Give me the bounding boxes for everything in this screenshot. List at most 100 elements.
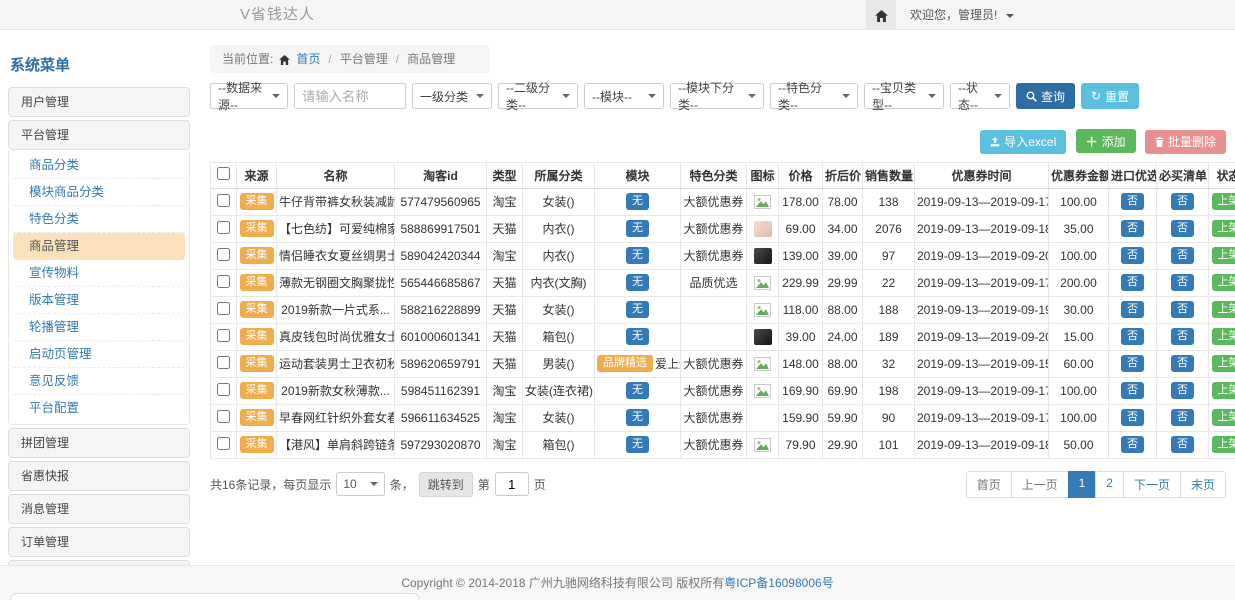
sidebar-section-header[interactable]: 省惠快报 <box>8 461 190 491</box>
search-button[interactable]: 查询 <box>1016 83 1075 109</box>
row-checkbox[interactable] <box>217 383 230 396</box>
product-thumbnail <box>754 248 772 264</box>
imported-cell: 否 <box>1109 350 1157 377</box>
row-checkbox[interactable] <box>217 356 230 369</box>
row-checkbox[interactable] <box>217 329 230 342</box>
coupon-time-cell: 2019-09-13—2019-09-17 <box>915 377 1049 404</box>
category-cell: 内衣() <box>523 215 595 242</box>
sidebar-section-header[interactable]: 拼团管理 <box>8 428 190 458</box>
taoke-id-cell: 589042420344 <box>395 242 487 269</box>
sidebar-item[interactable]: 平台配置 <box>13 395 185 422</box>
coupon-time-cell: 2019-09-13—2019-09-20 <box>915 323 1049 350</box>
sidebar-section-header[interactable]: 平台管理 <box>8 120 190 150</box>
must-buy-cell: 否 <box>1157 242 1209 269</box>
imported-cell: 否 <box>1109 323 1157 350</box>
sidebar-item[interactable]: 启动页管理 <box>13 341 185 368</box>
sidebar-item[interactable]: 轮播管理 <box>13 314 185 341</box>
pager-item[interactable]: 末页 <box>1180 471 1226 498</box>
jump-to-button[interactable]: 跳转到 <box>419 472 473 497</box>
discount-price-cell: 78.00 <box>823 188 863 215</box>
coupon-amount-cell: 60.00 <box>1049 350 1109 377</box>
status-badge: 上架 <box>1212 328 1235 345</box>
pager-item[interactable]: 2 <box>1095 471 1124 498</box>
must-buy-badge: 否 <box>1171 409 1194 426</box>
breadcrumb-item-platform[interactable]: 平台管理 <box>340 45 388 73</box>
status-badge: 上架 <box>1212 220 1235 237</box>
type-cell: 淘宝 <box>487 377 523 404</box>
must-buy-cell: 否 <box>1157 188 1209 215</box>
filter-select-label: --宝贝类型-- <box>872 79 920 113</box>
sidebar-item[interactable]: 商品分类 <box>13 152 185 179</box>
sidebar-item-active[interactable]: 商品管理 <box>13 233 185 260</box>
icon-cell <box>747 215 779 242</box>
price-cell: 69.00 <box>779 215 823 242</box>
filter-select[interactable]: --二级分类-- <box>498 83 578 109</box>
module-badge: 无 <box>626 193 649 210</box>
filter-select[interactable]: --特色分类-- <box>770 83 858 109</box>
breadcrumb-home-link[interactable]: 首页 <box>296 45 320 73</box>
source-badge: 采集 <box>240 247 274 264</box>
feature-category-cell: 大额优惠券 <box>681 377 747 404</box>
sidebar-item[interactable]: 宣传物料 <box>13 260 185 287</box>
name-search-input[interactable] <box>294 83 406 109</box>
filter-select[interactable]: --模块-- <box>584 83 664 109</box>
sidebar-section-header[interactable]: 用户管理 <box>8 87 190 117</box>
taoke-id-cell: 596611634525 <box>395 404 487 431</box>
pager-item[interactable]: 首页 <box>966 471 1012 498</box>
welcome-text: 欢迎您，管理员! <box>910 8 997 22</box>
row-checkbox[interactable] <box>217 275 230 288</box>
home-button[interactable] <box>866 0 896 30</box>
column-header <box>211 162 237 188</box>
price-cell: 229.99 <box>779 269 823 296</box>
per-page-select[interactable]: 10 <box>336 472 384 496</box>
reset-button[interactable]: ↻ 重置 <box>1081 83 1139 109</box>
row-checkbox[interactable] <box>217 221 230 234</box>
type-cell: 天猫 <box>487 323 523 350</box>
coupon-time-cell: 2019-09-13—2019-09-17 <box>915 188 1049 215</box>
pager-item[interactable]: 上一页 <box>1011 471 1069 498</box>
row-select-cell <box>211 323 237 350</box>
column-header: 折后价 <box>823 162 863 188</box>
filter-select-label: --状态-- <box>958 79 986 113</box>
page-number-input[interactable] <box>495 472 529 496</box>
filter-select[interactable]: --状态-- <box>950 83 1010 109</box>
row-checkbox[interactable] <box>217 410 230 423</box>
filter-select[interactable]: --数据来源-- <box>210 83 288 109</box>
status-badge: 上架 <box>1212 301 1235 318</box>
imported-badge: 否 <box>1121 220 1144 237</box>
imported-badge: 否 <box>1121 355 1144 372</box>
module-badge: 品牌精选 <box>597 355 653 372</box>
sidebar-section-header[interactable]: 订单管理 <box>8 527 190 557</box>
filter-select-label: --数据来源-- <box>218 79 264 113</box>
select-all-checkbox[interactable] <box>217 167 230 180</box>
category-cell: 女装() <box>523 296 595 323</box>
filter-select[interactable]: --模块下分类-- <box>670 83 764 109</box>
taoke-id-cell: 598451162391 <box>395 377 487 404</box>
sidebar-item[interactable]: 模块商品分类 <box>13 179 185 206</box>
pager-item[interactable]: 1 <box>1068 471 1097 498</box>
add-button[interactable]: ＋ 添加 <box>1076 129 1136 153</box>
column-header: 价格 <box>779 162 823 188</box>
filter-select[interactable]: --宝贝类型-- <box>864 83 944 109</box>
row-select-cell <box>211 404 237 431</box>
chevron-down-icon <box>562 94 570 98</box>
column-header: 来源 <box>237 162 277 188</box>
sidebar-item[interactable]: 版本管理 <box>13 287 185 314</box>
user-menu[interactable]: 欢迎您，管理员! <box>910 0 1014 30</box>
imported-badge: 否 <box>1121 436 1144 453</box>
row-checkbox[interactable] <box>217 302 230 315</box>
filter-select[interactable]: 一级分类 <box>412 83 492 109</box>
row-select-cell <box>211 350 237 377</box>
sidebar-section-header[interactable]: 消息管理 <box>8 494 190 524</box>
row-checkbox[interactable] <box>217 437 230 450</box>
product-thumbnail <box>754 329 772 345</box>
sidebar-item[interactable]: 特色分类 <box>13 206 185 233</box>
sidebar-item[interactable]: 意见反馈 <box>13 368 185 395</box>
coupon-amount-cell: 100.00 <box>1049 242 1109 269</box>
pager-item[interactable]: 下一页 <box>1123 471 1181 498</box>
row-checkbox[interactable] <box>217 194 230 207</box>
batch-delete-button[interactable]: 批量删除 <box>1145 130 1226 154</box>
icp-link[interactable]: 粤ICP备16098006号 <box>724 576 833 590</box>
import-excel-button[interactable]: 导入excel <box>980 130 1066 154</box>
row-checkbox[interactable] <box>217 248 230 261</box>
